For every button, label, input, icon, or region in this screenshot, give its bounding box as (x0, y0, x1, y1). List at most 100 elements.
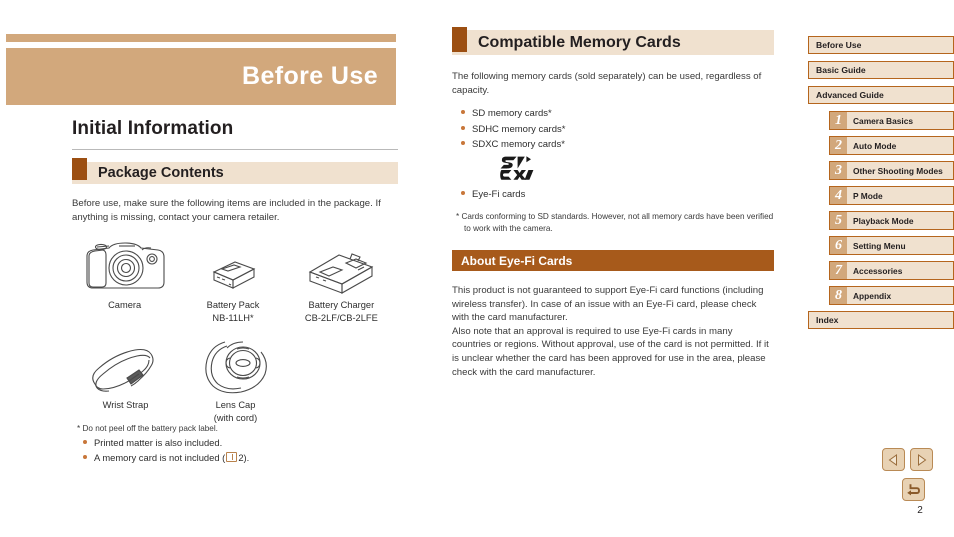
wrist-strap-illustration (68, 334, 183, 396)
figure-caption: Battery Pack NB-11LH* (206, 300, 260, 323)
previous-page-button[interactable] (882, 448, 905, 471)
manual-book-icon (226, 452, 238, 462)
sidebar-item-label: P Mode (853, 190, 883, 201)
figure-battery-charger: Battery Charger CB-2LF/CB-2LFE (285, 238, 398, 324)
list-item-eyefi: Eye-Fi cards (452, 187, 774, 203)
chapter-number: 6 (830, 237, 847, 254)
sidebar-navigation: Before Use Basic Guide Advanced Guide 1 … (808, 36, 954, 329)
sidebar-item-label: Appendix (853, 290, 892, 301)
list-item-label: SD memory cards* (472, 108, 552, 119)
sidebar-item-auto-mode[interactable]: 2 Auto Mode (829, 136, 954, 155)
package-contents-intro: Before use, make sure the following item… (72, 198, 381, 223)
page-banner: Before Use (6, 48, 396, 105)
sidebar-item-label: Basic Guide (816, 65, 866, 75)
bullet-dot-icon (461, 110, 465, 114)
figure-battery-pack: Battery Pack NB-11LH* (181, 238, 284, 324)
chapter-number: 8 (830, 287, 847, 304)
return-arrow-icon (906, 483, 920, 495)
eyefi-paragraph-2: Also note that an approval is required t… (452, 325, 769, 378)
chapter-number: 1 (830, 112, 847, 129)
sidebar-item-label: Playback Mode (853, 215, 914, 226)
battery-charger-illustration (285, 238, 398, 296)
chapter-number: 2 (830, 137, 847, 154)
sidebar-item-advanced-guide[interactable]: Advanced Guide (808, 86, 954, 104)
battery-label-footnote: * Do not peel off the battery pack label… (77, 424, 218, 433)
sidebar-item-setting-menu[interactable]: 6 Setting Menu (829, 236, 954, 255)
middle-column: Compatible Memory Cards The following me… (452, 27, 774, 379)
bullet-dot-icon (83, 440, 87, 444)
sidebar-item-appendix[interactable]: 8 Appendix (829, 286, 954, 305)
sidebar-item-p-mode[interactable]: 4 P Mode (829, 186, 954, 205)
note-text-before: A memory card is not included ( (94, 452, 226, 463)
section-heading-package-contents: Package Contents (72, 158, 398, 184)
section-heading-label: Package Contents (98, 165, 224, 181)
lens-cap-illustration (183, 334, 288, 396)
section-marker-square (72, 158, 87, 180)
sidebar-item-playback-mode[interactable]: 5 Playback Mode (829, 211, 954, 230)
note-text: Printed matter is also included. (94, 437, 223, 448)
sidebar-item-camera-basics[interactable]: 1 Camera Basics (829, 111, 954, 130)
list-item: SDXC memory cards* (452, 137, 774, 153)
page-number: 2 (917, 505, 923, 516)
sidebar-item-label: Index (816, 315, 839, 325)
arrow-button-group (882, 448, 942, 471)
eyefi-body: This product is not guaranteed to suppor… (452, 284, 774, 379)
list-item-label: Eye-Fi cards (472, 188, 526, 200)
note-memory-card: A memory card is not included (2). (74, 450, 404, 465)
note-text-after: ). (243, 452, 250, 463)
chapter-number: 4 (830, 187, 847, 204)
subsection-heading-label: About Eye-Fi Cards (461, 253, 573, 268)
sidebar-item-before-use[interactable]: Before Use (808, 36, 954, 54)
figure-row-1: Camera Battery Pack NB-11LH* Battery Cha… (68, 238, 398, 324)
next-page-button[interactable] (910, 448, 933, 471)
list-item-label: SDHC memory cards* (472, 123, 566, 135)
figure-wrist-strap: Wrist Strap (68, 334, 183, 412)
memory-cards-footnote: * Cards conforming to SD standards. Howe… (456, 212, 774, 233)
memory-card-list: SD memory cards* SDHC memory cards* SDXC… (452, 106, 774, 153)
bullet-dot-icon (83, 455, 87, 459)
figure-caption: Camera (108, 300, 142, 310)
battery-pack-illustration (181, 238, 284, 296)
sidebar-item-label: Advanced Guide (816, 90, 884, 100)
triangle-right-icon (918, 453, 927, 466)
sidebar-item-label: Auto Mode (853, 140, 897, 151)
note-text: A memory card is not included (2). (94, 450, 249, 465)
left-column: Initial Information Package Contents Bef… (72, 118, 398, 424)
figure-caption: Lens Cap (with cord) (213, 400, 258, 423)
sidebar-item-accessories[interactable]: 7 Accessories (829, 261, 954, 280)
bullet-dot-icon (461, 125, 465, 130)
back-button-group (882, 478, 942, 501)
figure-caption: Battery Charger CB-2LF/CB-2LFE (304, 300, 378, 323)
back-button[interactable] (901, 478, 925, 501)
figure-lens-cap: Lens Cap (with cord) (183, 334, 288, 424)
list-item: SD memory cards* (452, 106, 774, 122)
sidebar-item-basic-guide[interactable]: Basic Guide (808, 61, 954, 79)
camera-illustration (68, 238, 181, 296)
subsection-heading-about-eyefi-cards: About Eye-Fi Cards (452, 250, 774, 271)
figure-caption: Wrist Strap (102, 400, 149, 411)
note-printed-matter: Printed matter is also included. (74, 435, 404, 450)
triangle-left-icon (888, 453, 897, 466)
chapter-number: 7 (830, 262, 847, 279)
figure-camera: Camera (68, 238, 181, 312)
sidebar-item-other-shooting-modes[interactable]: 3 Other Shooting Modes (829, 161, 954, 180)
sdxc-logo (500, 155, 774, 185)
memory-cards-intro: The following memory cards (sold separat… (452, 71, 762, 96)
section-heading-compatible-memory-cards: Compatible Memory Cards (452, 27, 774, 55)
sidebar-item-label: Camera Basics (853, 115, 914, 126)
package-contents-figures: Camera Battery Pack NB-11LH* Battery Cha… (72, 238, 398, 424)
sidebar-item-label: Setting Menu (853, 240, 906, 251)
section-heading-label: Compatible Memory Cards (478, 33, 681, 51)
chapter-number: 3 (830, 162, 847, 179)
page-navigation-buttons (882, 448, 942, 501)
chapter-number: 5 (830, 212, 847, 229)
list-item-label: SDXC memory cards* (472, 139, 565, 150)
list-item: SDHC memory cards* (452, 122, 774, 138)
sidebar-item-label: Before Use (816, 40, 862, 50)
sidebar-item-index[interactable]: Index (808, 311, 954, 329)
bullet-dot-icon (461, 141, 465, 145)
bullet-dot-icon (461, 190, 465, 195)
sidebar-item-label: Accessories (853, 265, 903, 276)
title-divider (72, 149, 398, 150)
figure-row-2: Wrist Strap Lens Cap (with cord) (68, 334, 398, 424)
